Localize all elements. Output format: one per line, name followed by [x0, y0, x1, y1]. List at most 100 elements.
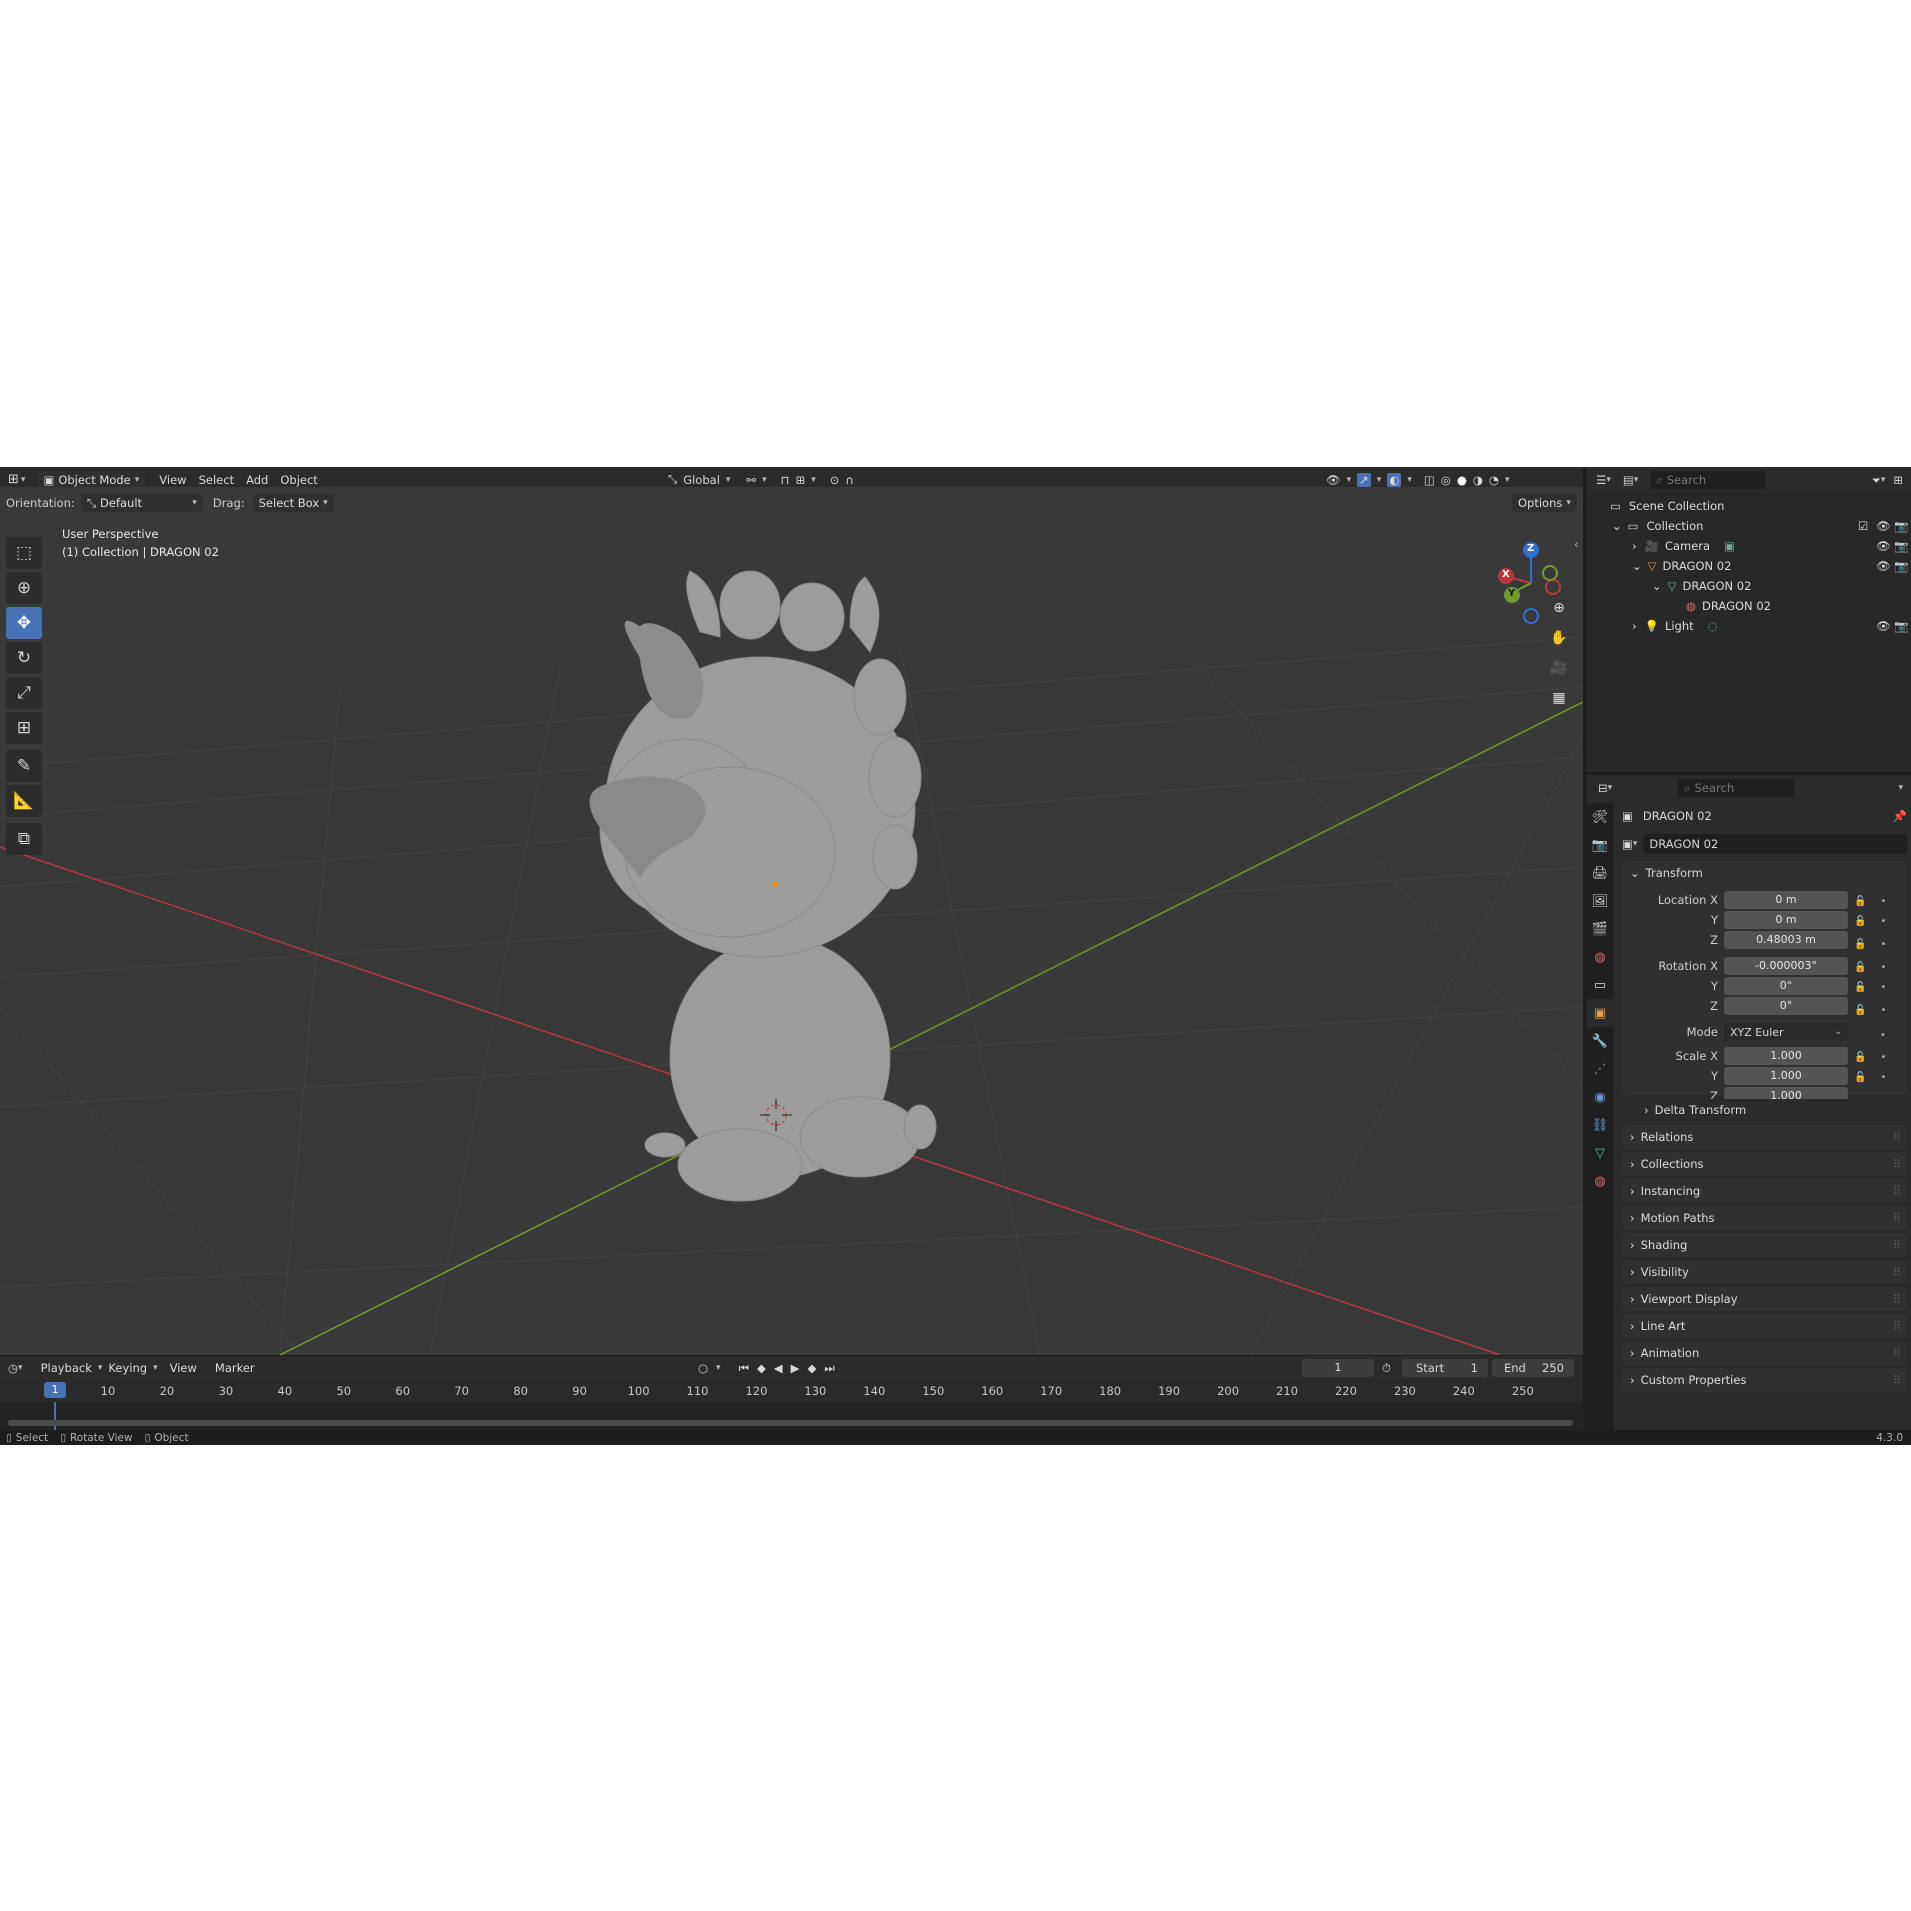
keyframe-dot-icon[interactable]: • — [1880, 939, 1886, 950]
move-tool[interactable]: ✥ — [6, 607, 42, 639]
panel-custom-properties[interactable]: › Custom Properties ⠿ — [1622, 1368, 1907, 1392]
play-icon[interactable]: ▶ — [791, 1361, 800, 1375]
render-camera-icon[interactable]: 📷 — [1894, 559, 1908, 573]
drag-handle-icon[interactable]: ⠿ — [1893, 1265, 1901, 1279]
menu-add[interactable]: Add — [240, 473, 274, 487]
options-dropdown[interactable]: Options ▾ — [1512, 494, 1577, 512]
annotate-tool[interactable]: ✎ — [6, 750, 42, 782]
preview-range-icon[interactable]: ⏱ — [1382, 1361, 1391, 1376]
outliner-row-dragon-material[interactable]: ◍ DRAGON 02 — [1586, 596, 1911, 616]
drag-handle-icon[interactable]: ⠿ — [1893, 1292, 1901, 1306]
menu-timeline-view[interactable]: View — [164, 1361, 203, 1375]
camera-view-icon[interactable]: 🎥 — [1546, 655, 1572, 681]
drag-handle-icon[interactable]: ⠿ — [1893, 1211, 1901, 1225]
measure-tool[interactable]: 📐 — [6, 785, 42, 817]
tool-tab-icon[interactable]: 🛠 — [1586, 803, 1614, 831]
chevron-down-icon[interactable]: ⌄ — [1652, 579, 1662, 593]
menu-select[interactable]: Select — [193, 473, 240, 487]
data-tab-icon[interactable]: ▽ — [1586, 1139, 1614, 1167]
perspective-grid-icon[interactable]: ▦ — [1546, 685, 1572, 711]
cursor-tool[interactable]: ⊕ — [6, 572, 42, 604]
outliner-row-collection[interactable]: ⌄ ▭ Collection ☑ 👁 📷 — [1586, 516, 1911, 536]
next-keyframe-icon[interactable]: ◆ — [808, 1361, 817, 1375]
collection-tab-icon[interactable]: ▭ — [1586, 971, 1614, 999]
outliner-search-input[interactable]: ⌕ Search — [1650, 471, 1767, 489]
chevron-right-icon[interactable]: › — [1632, 619, 1637, 633]
eye-icon[interactable]: 👁 — [1876, 559, 1891, 573]
proportional-edit-icon[interactable]: ⊙ — [830, 473, 840, 487]
snap-target-icon[interactable]: ⊞ — [796, 473, 806, 487]
playhead-frame[interactable]: 1 — [44, 1382, 66, 1398]
object-name-field[interactable]: DRAGON 02 — [1643, 834, 1907, 854]
keyframe-dot-icon[interactable]: • — [1880, 1052, 1886, 1063]
orientation-dropdown[interactable]: ⤡ Default ▾ — [80, 494, 203, 512]
output-tab-icon[interactable]: 🖨 — [1586, 859, 1614, 887]
keyframe-dot-icon[interactable]: • — [1880, 1005, 1886, 1016]
chevron-down-icon[interactable]: ⌄ — [1612, 519, 1622, 533]
properties-editor-icon[interactable]: ⊟ — [1598, 781, 1608, 795]
physics-tab-icon[interactable]: ◉ — [1586, 1083, 1614, 1111]
panel-relations[interactable]: › Relations ⠿ — [1622, 1125, 1907, 1149]
menu-marker[interactable]: Marker — [209, 1361, 261, 1375]
outliner-row-dragon-mesh[interactable]: ⌄ ▽ DRAGON 02 — [1586, 576, 1911, 596]
location-z-field[interactable]: 0.48003 m — [1724, 931, 1848, 949]
object-tab-icon[interactable]: ▣ — [1586, 999, 1614, 1027]
datablock-browse-icon[interactable]: ▣ — [1622, 837, 1633, 851]
render-camera-icon[interactable]: 📷 — [1894, 519, 1908, 533]
pivot-icon[interactable]: ⚯ — [746, 473, 756, 487]
location-y-field[interactable]: 0 m — [1724, 911, 1848, 929]
eye-icon[interactable]: 👁 — [1876, 539, 1891, 553]
transform-tool[interactable]: ⊞ — [6, 712, 42, 744]
panel-motion-paths[interactable]: › Motion Paths ⠿ — [1622, 1206, 1907, 1230]
timeline-scrollbar[interactable] — [8, 1420, 1573, 1426]
pan-hand-icon[interactable]: ✋ — [1546, 625, 1572, 651]
world-tab-icon[interactable]: ◍ — [1586, 943, 1614, 971]
delta-transform-subpanel[interactable]: › Delta Transform — [1636, 1099, 1906, 1121]
keyframe-dot-icon[interactable]: • — [1880, 962, 1886, 973]
gizmo-icon[interactable]: ↗ — [1357, 472, 1371, 487]
panel-collections[interactable]: › Collections ⠿ — [1622, 1152, 1907, 1176]
rotation-y-field[interactable]: 0° — [1724, 977, 1848, 995]
outliner-editor-icon[interactable]: ☰ — [1596, 473, 1606, 487]
drag-handle-icon[interactable]: ⠿ — [1893, 1238, 1901, 1252]
menu-view[interactable]: View — [153, 473, 192, 487]
material-tab-icon[interactable]: ◍ — [1586, 1167, 1614, 1195]
add-cube-tool[interactable]: ⧉ — [6, 823, 42, 855]
lock-icon[interactable]: 🔓 — [1854, 916, 1866, 927]
menu-playback[interactable]: Playback — [35, 1361, 98, 1375]
modifier-tab-icon[interactable]: 🔧 — [1586, 1027, 1614, 1055]
rendered-shading-icon[interactable]: ◔ — [1489, 473, 1499, 487]
xray-icon[interactable]: ◫ — [1424, 473, 1435, 487]
outliner-scene-collection[interactable]: ▭ Scene Collection — [1586, 496, 1911, 516]
particles-tab-icon[interactable]: ⋰ — [1586, 1055, 1614, 1083]
snap-icon[interactable]: ⊓ — [781, 473, 790, 487]
zoom-icon[interactable]: ⊕ — [1546, 595, 1572, 621]
panel-viewport-display[interactable]: › Viewport Display ⠿ — [1622, 1287, 1907, 1311]
transform-orientation-dropdown[interactable]: Global — [683, 473, 720, 487]
keyframe-dot-icon[interactable]: • — [1880, 1072, 1886, 1083]
rotate-tool[interactable]: ↻ — [6, 642, 42, 674]
panel-instancing[interactable]: › Instancing ⠿ — [1622, 1179, 1907, 1203]
render-camera-icon[interactable]: 📷 — [1894, 619, 1908, 633]
panel-visibility[interactable]: › Visibility ⠿ — [1622, 1260, 1907, 1284]
lock-icon[interactable]: 🔓 — [1854, 982, 1866, 993]
view-layer-tab-icon[interactable]: 🖼 — [1586, 887, 1614, 915]
lock-icon[interactable]: 🔓 — [1854, 1052, 1866, 1063]
drag-handle-icon[interactable]: ⠿ — [1893, 1157, 1901, 1171]
keyframe-dot-icon[interactable]: • — [1880, 1030, 1886, 1041]
lock-icon[interactable]: 🔓 — [1854, 1072, 1866, 1083]
scale-x-field[interactable]: 1.000 — [1724, 1047, 1848, 1065]
lock-icon[interactable]: 🔓 — [1854, 896, 1866, 907]
panel-line-art[interactable]: › Line Art ⠿ — [1622, 1314, 1907, 1338]
drag-dropdown[interactable]: Select Box ▾ — [252, 494, 334, 512]
current-frame-field[interactable]: 1 — [1302, 1359, 1374, 1377]
rotation-z-field[interactable]: 0° — [1724, 997, 1848, 1015]
mode-selector[interactable]: ▣ Object Mode ▾ — [37, 470, 146, 489]
rotation-x-field[interactable]: -0.000003° — [1724, 957, 1848, 975]
panel-shading[interactable]: › Shading ⠿ — [1622, 1233, 1907, 1257]
constraints-tab-icon[interactable]: ⛓ — [1586, 1111, 1614, 1139]
visibility-icon[interactable]: 👁 — [1326, 473, 1341, 487]
end-frame-field[interactable]: End 250 — [1492, 1359, 1574, 1377]
drag-handle-icon[interactable]: ⠿ — [1893, 1319, 1901, 1333]
outliner-row-light[interactable]: › 💡 Light ◌ 👁 📷 — [1586, 616, 1911, 636]
